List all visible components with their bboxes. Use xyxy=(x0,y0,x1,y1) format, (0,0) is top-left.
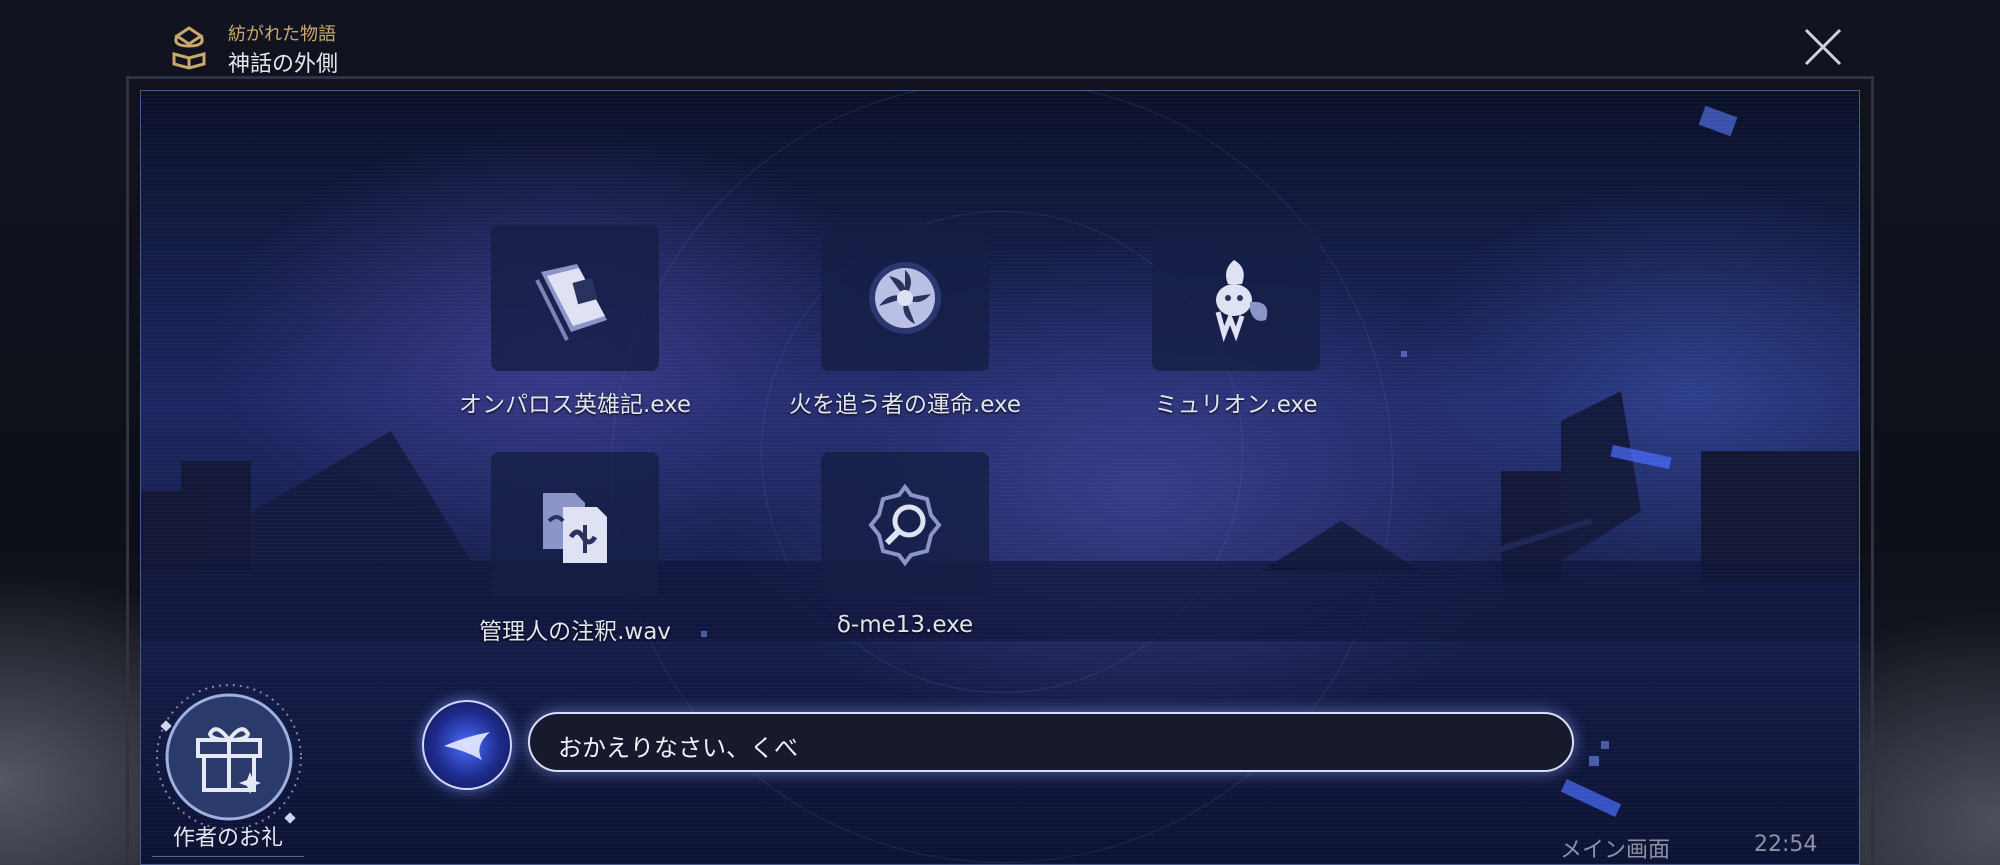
app-tile[interactable] xyxy=(491,452,659,598)
app-label: オンパロス英雄記.exe xyxy=(458,392,692,418)
app-caretaker-notes[interactable]: 管理人の注釈.wav xyxy=(445,452,705,646)
app-onpharos-hero[interactable]: オンパロス英雄記.exe xyxy=(445,225,705,419)
app-tile[interactable] xyxy=(821,225,989,371)
dialogue-bubble[interactable]: おかえりなさい、くべ xyxy=(528,712,1574,772)
header-subtitle: 紡がれた物語 xyxy=(228,24,336,45)
particle xyxy=(701,631,707,637)
sparkle-icon xyxy=(444,732,490,760)
vortex-icon xyxy=(869,262,941,334)
app-delta-me13[interactable]: δ-me13.exe xyxy=(775,452,1035,638)
app-label: 管理人の注釈.wav xyxy=(479,619,671,645)
clock: 22:54 xyxy=(1754,832,1818,857)
speaker-avatar xyxy=(422,700,512,790)
app-myurion[interactable]: ミュリオン.exe xyxy=(1106,225,1366,419)
page-title: 神話の外側 xyxy=(228,52,339,77)
book-icon xyxy=(535,264,607,341)
creature-icon xyxy=(1215,260,1268,343)
app-label: ミュリオン.exe xyxy=(1154,392,1318,418)
app-tile[interactable] xyxy=(821,452,989,598)
magnifier-icon xyxy=(868,483,942,567)
book-emblem-icon xyxy=(172,26,206,70)
documents-icon xyxy=(543,493,607,563)
particle xyxy=(1401,351,1407,357)
app-label: δ-me13.exe xyxy=(836,612,974,638)
gift-label[interactable]: 作者のお礼 xyxy=(152,822,304,857)
particle xyxy=(1601,741,1609,749)
particle xyxy=(1589,756,1599,766)
app-flame-chaser[interactable]: 火を追う者の運命.exe xyxy=(775,225,1035,419)
main-screen-link[interactable]: メイン画面 xyxy=(1560,832,1670,864)
gift-button[interactable] xyxy=(154,682,304,832)
app-tile[interactable] xyxy=(1152,225,1320,371)
app-label: 火を追う者の運命.exe xyxy=(788,392,1022,418)
app-tile[interactable] xyxy=(491,225,659,371)
close-icon[interactable] xyxy=(1802,26,1844,68)
header-bar: 紡がれた物語 神話の外側 xyxy=(0,0,2000,80)
dialogue-text: おかえりなさい、くべ xyxy=(558,734,798,762)
